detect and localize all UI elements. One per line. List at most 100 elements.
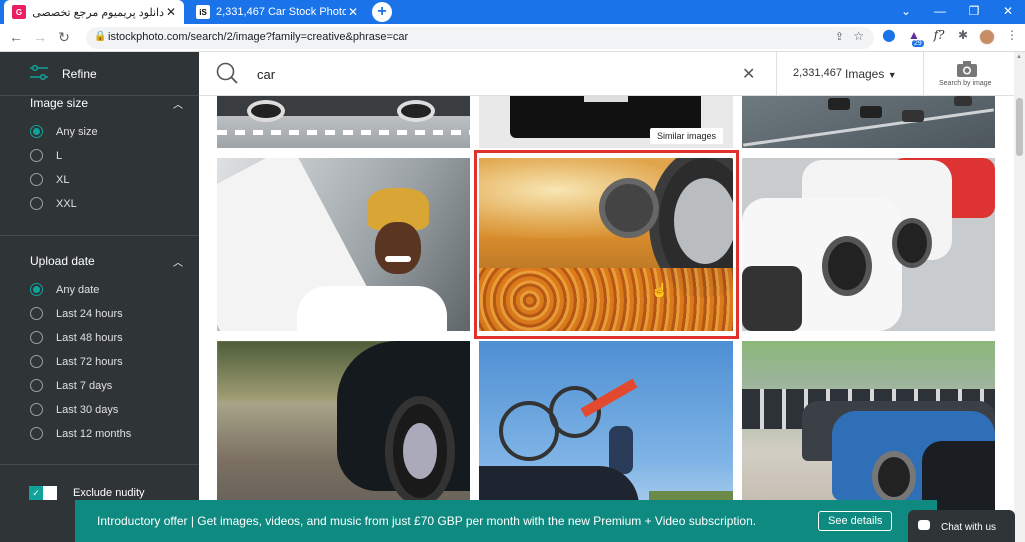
extensions-puzzle-icon[interactable]: ✱ — [954, 28, 972, 42]
option-label: Last 24 hours — [56, 307, 123, 320]
upload-date-option[interactable]: Last 24 hours — [30, 307, 123, 320]
extension-formula-icon[interactable]: f? — [930, 28, 948, 42]
divider — [923, 52, 924, 96]
divider — [776, 52, 777, 96]
image-size-option[interactable]: XXL — [30, 197, 77, 210]
forward-arrow-icon[interactable]: → — [31, 29, 49, 45]
result-image[interactable] — [217, 158, 470, 331]
scrollbar-thumb[interactable] — [1016, 98, 1023, 156]
upload-date-option[interactable]: Last 30 days — [30, 403, 118, 416]
wheel — [872, 451, 916, 503]
camera-icon[interactable] — [957, 61, 977, 77]
upload-date-option[interactable]: Last 72 hours — [30, 355, 123, 368]
radio-selected[interactable] — [30, 283, 43, 296]
search-by-image-label[interactable]: Search by image — [939, 80, 992, 87]
close-tab-icon[interactable]: ✕ — [346, 5, 360, 19]
address-bar[interactable]: 🔒 istockphoto.com/search/2/image?family=… — [86, 27, 874, 49]
toggle-knob — [43, 486, 57, 500]
back-arrow-icon[interactable]: ← — [7, 29, 25, 45]
radio[interactable] — [30, 149, 43, 162]
filter-sidebar: Refine Image size ︿ Any size L XL XXL Up… — [0, 52, 199, 542]
dark-car — [742, 266, 802, 331]
result-image[interactable] — [742, 96, 995, 148]
bookmark-star-icon[interactable]: ☆ — [853, 29, 864, 43]
sliders-icon — [30, 65, 48, 81]
tab-istock[interactable]: iS 2,331,467 Car Stock Photos, Pict ✕ — [188, 0, 366, 24]
checkmark-icon: ✓ — [29, 486, 43, 500]
refine-header[interactable]: Refine — [0, 52, 199, 96]
upload-date-option[interactable]: Any date — [30, 283, 99, 296]
exclude-nudity-toggle[interactable]: ✓ — [29, 486, 57, 500]
refine-label: Refine — [62, 67, 97, 81]
site-favicon-icon: G — [12, 5, 26, 19]
image-size-title: Image size — [30, 96, 89, 110]
upload-date-title: Upload date — [30, 254, 95, 268]
similar-images-button[interactable]: Similar images — [649, 128, 723, 144]
selected-image-highlight — [474, 150, 739, 339]
radio[interactable] — [30, 403, 43, 416]
option-label: XXL — [56, 197, 77, 210]
extension-badge: 29 — [912, 40, 924, 47]
tab-search-icon[interactable]: ⌄ — [889, 0, 923, 24]
result-count: 2,331,467 — [793, 67, 842, 79]
see-details-button[interactable]: See details — [818, 511, 893, 531]
search-input[interactable]: car — [257, 67, 275, 82]
maximize-button[interactable]: ❐ — [957, 0, 991, 24]
search-bar: car ✕ 2,331,467 Images ▼ Search by image — [199, 52, 1014, 96]
result-image[interactable] — [742, 158, 995, 331]
radio[interactable] — [30, 427, 43, 440]
radio[interactable] — [30, 331, 43, 344]
collapse-chevron-icon[interactable]: ︿ — [173, 96, 183, 111]
image-size-option[interactable]: L — [30, 149, 62, 162]
url-text[interactable]: istockphoto.com/search/2/image?family=cr… — [108, 31, 408, 43]
result-image[interactable]: Similar images — [479, 96, 733, 148]
wheel — [892, 218, 932, 268]
window-controls: ⌄ — ❐ ✕ — [889, 0, 1025, 24]
result-image[interactable] — [217, 96, 470, 148]
browser-menu-icon[interactable]: ⋮ — [1003, 28, 1021, 42]
promo-text: Introductory offer | Get images, videos,… — [97, 514, 757, 528]
radio[interactable] — [30, 197, 43, 210]
smile — [385, 256, 411, 262]
car — [828, 98, 850, 110]
option-label: Last 12 months — [56, 427, 132, 440]
scroll-up-arrow-icon[interactable]: ▲ — [1016, 54, 1022, 60]
image-size-option[interactable]: XL — [30, 173, 69, 186]
section-divider — [0, 464, 199, 465]
option-label: L — [56, 149, 63, 162]
tab-persian-site[interactable]: G دانلود پریمیوم مرجع تخصصی دانلو ✕ — [4, 0, 184, 24]
upload-date-option[interactable]: Last 48 hours — [30, 331, 123, 344]
profile-avatar[interactable] — [979, 29, 995, 45]
option-label: Last 48 hours — [56, 331, 123, 344]
chat-label: Chat with us — [941, 522, 997, 533]
plate — [584, 96, 628, 102]
radio[interactable] — [30, 379, 43, 392]
share-icon[interactable]: ⇪ — [835, 30, 844, 43]
minimize-button[interactable]: — — [923, 0, 957, 24]
search-icon[interactable] — [216, 62, 238, 84]
close-tab-icon[interactable]: ✕ — [164, 5, 178, 19]
option-label: Last 30 days — [56, 403, 119, 416]
image-size-option[interactable]: Any size — [30, 125, 98, 138]
collapse-chevron-icon[interactable]: ︿ — [173, 254, 183, 269]
radio[interactable] — [30, 355, 43, 368]
upload-date-option[interactable]: Last 12 months — [30, 427, 131, 440]
browser-tab-bar: G دانلود پریمیوم مرجع تخصصی دانلو ✕ iS 2… — [0, 0, 1025, 24]
reload-icon[interactable]: ↻ — [55, 29, 73, 46]
extension-person-icon[interactable]: ⬤ — [880, 28, 898, 42]
clear-search-icon[interactable]: ✕ — [742, 64, 755, 84]
chat-with-us-button[interactable]: Chat with us — [908, 510, 1015, 542]
tab-title: 2,331,467 Car Stock Photos, Pict — [216, 6, 346, 18]
chevron-down-icon: ▼ — [887, 70, 897, 80]
radio[interactable] — [30, 307, 43, 320]
upload-date-option[interactable]: Last 7 days — [30, 379, 112, 392]
radio-selected[interactable] — [30, 125, 43, 138]
new-tab-button[interactable]: + — [372, 2, 392, 22]
face — [375, 222, 421, 274]
close-window-button[interactable]: ✕ — [991, 0, 1025, 24]
person — [609, 426, 633, 474]
wheel — [397, 100, 435, 122]
radio[interactable] — [30, 173, 43, 186]
media-type-dropdown[interactable]: Images ▼ — [845, 67, 897, 81]
shirt — [297, 286, 447, 331]
